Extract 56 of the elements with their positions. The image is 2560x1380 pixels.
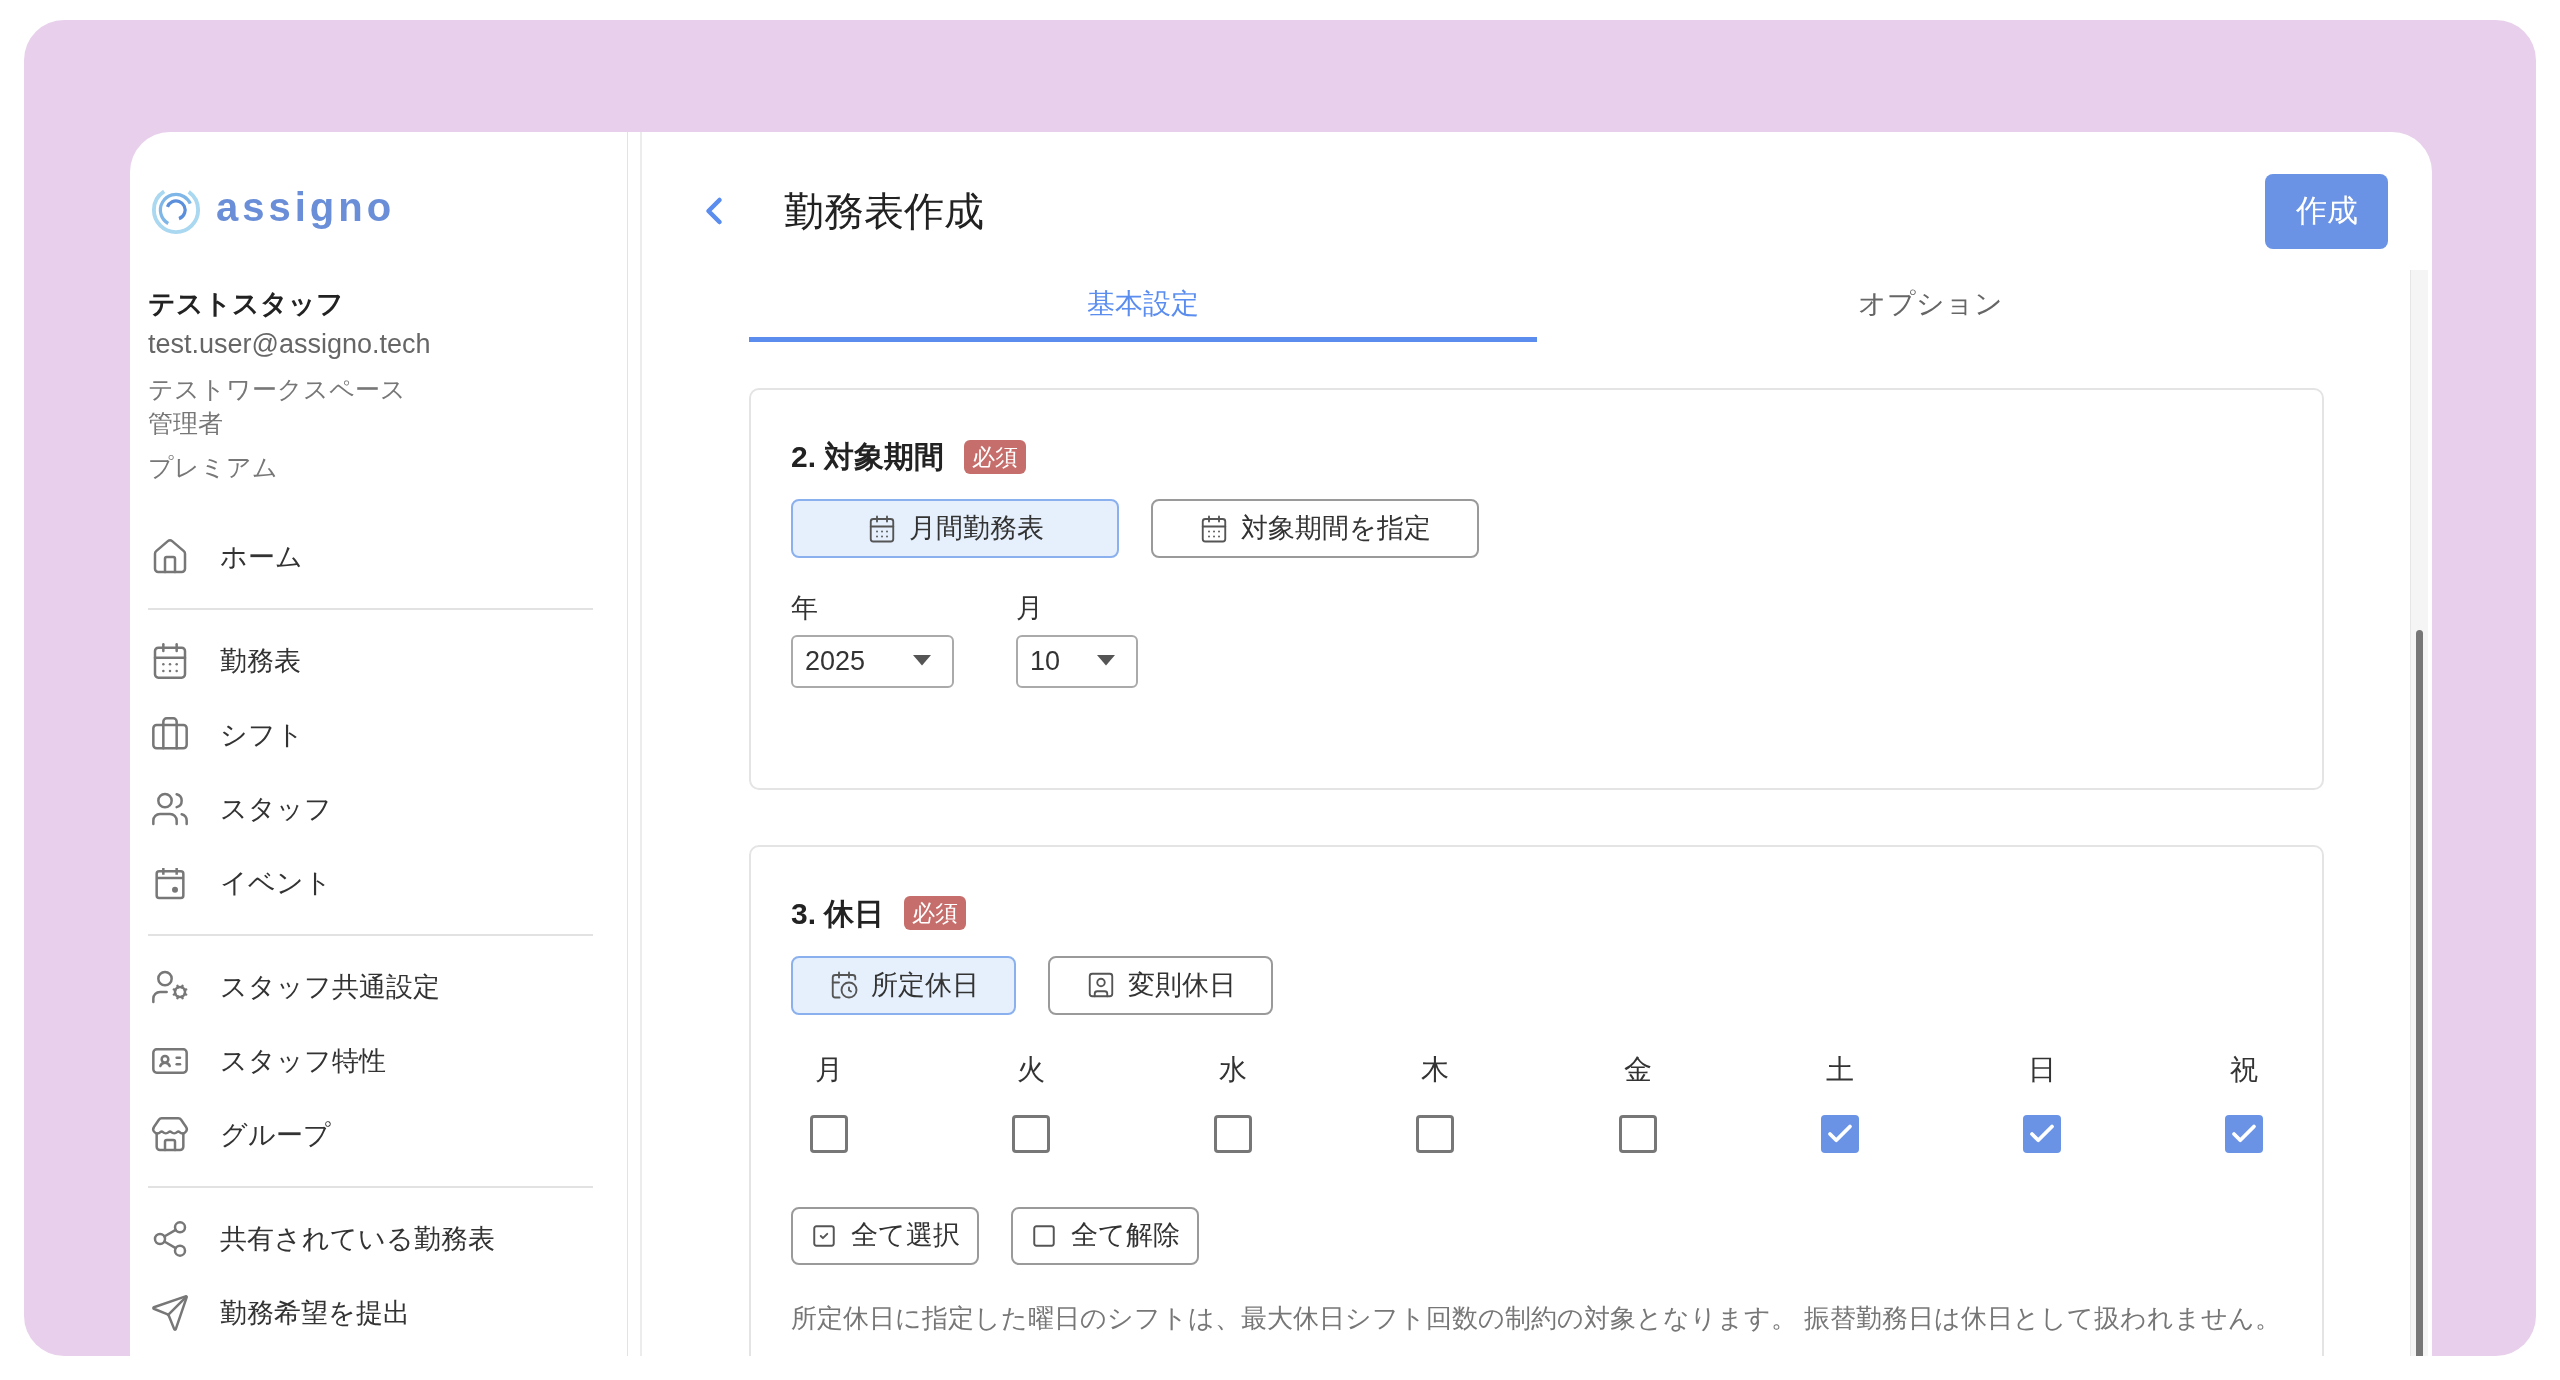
nav-item[interactable]: スタッフ共通設定	[148, 950, 593, 1024]
day-checkbox[interactable]	[1214, 1114, 1253, 1153]
select-all-button[interactable]: 全て選択	[791, 1206, 979, 1265]
user-name: テストスタッフ	[148, 288, 345, 321]
checked-box-icon	[810, 1222, 837, 1249]
field-label: 月	[1016, 592, 1044, 625]
brand-name: assigno	[216, 187, 396, 231]
nav-item[interactable]: ホーム	[148, 520, 593, 594]
nav-item[interactable]: スタッフ	[148, 772, 593, 846]
select-all-button[interactable]: 全て解除	[1011, 1206, 1199, 1265]
day-checkbox[interactable]	[2225, 1114, 2263, 1153]
weekday-label: 祝	[2230, 1052, 2258, 1087]
dropdown[interactable]: 10	[1016, 634, 1138, 688]
scrollbar-thumb[interactable]	[2416, 630, 2423, 1356]
day-checkbox[interactable]	[1416, 1114, 1455, 1153]
page-title: 勤務表作成	[784, 188, 984, 235]
day-checkbox[interactable]	[2022, 1114, 2061, 1153]
mode-button[interactable]: 変則休日	[1048, 955, 1273, 1015]
calendar-icon	[1199, 513, 1229, 544]
nav-item[interactable]: グループ	[148, 1098, 593, 1172]
weekday-label: 日	[2027, 1052, 2056, 1087]
tab[interactable]: オプション	[1536, 270, 2324, 342]
weekday-label: 金	[1623, 1052, 1652, 1087]
field-label: 年	[791, 592, 819, 625]
nav-item[interactable]: 共有されている勤務表	[148, 1202, 593, 1276]
note-text: 所定休日に指定した曜日のシフトは、最大休日シフト回数の制約の対象となります。 振替勤務日は休日として扱われません。	[791, 1301, 2282, 1335]
dropdown[interactable]: 2025	[791, 634, 954, 688]
section-title: 3. 休日	[791, 895, 885, 932]
day-checkbox[interactable]	[1820, 1114, 1859, 1153]
nav-item[interactable]: シフト	[148, 698, 593, 772]
required-badge: 必須	[904, 896, 967, 930]
user-role: 管理者	[148, 408, 224, 439]
nav-item[interactable]: 勤務希望を提出	[148, 1276, 593, 1350]
day-checkbox[interactable]	[1618, 1114, 1657, 1153]
mode-button[interactable]: 対象期間を指定	[1151, 499, 1479, 558]
nav-item[interactable]: スタッフ特性	[148, 1024, 593, 1098]
plan-name: プレミアム	[148, 452, 279, 483]
dropdown-caret-icon	[912, 655, 932, 667]
weekday-label: 火	[1017, 1052, 1046, 1087]
empty-box-icon	[1030, 1222, 1057, 1249]
mode-button[interactable]: 月間勤務表	[791, 499, 1119, 558]
weekday-label: 水	[1219, 1052, 1248, 1087]
day-checkbox[interactable]	[1012, 1114, 1051, 1153]
send-icon	[150, 1293, 190, 1333]
section-title: 2. 対象期間	[791, 439, 945, 475]
weekday-label: 木	[1421, 1052, 1450, 1087]
nav-item[interactable]: 勤務表	[148, 624, 593, 698]
dropdown-caret-icon	[1096, 655, 1116, 667]
weekday-label: 土	[1825, 1052, 1854, 1087]
required-badge: 必須	[964, 439, 1027, 474]
day-checkbox[interactable]	[810, 1114, 848, 1153]
weekday-label: 月	[815, 1052, 843, 1087]
nav-item[interactable]: イベント	[148, 846, 593, 920]
workspace-name: テストワークスペース	[148, 374, 407, 405]
mode-button[interactable]: 所定休日	[791, 955, 1016, 1015]
user-email: test.user@assigno.tech	[148, 328, 432, 361]
